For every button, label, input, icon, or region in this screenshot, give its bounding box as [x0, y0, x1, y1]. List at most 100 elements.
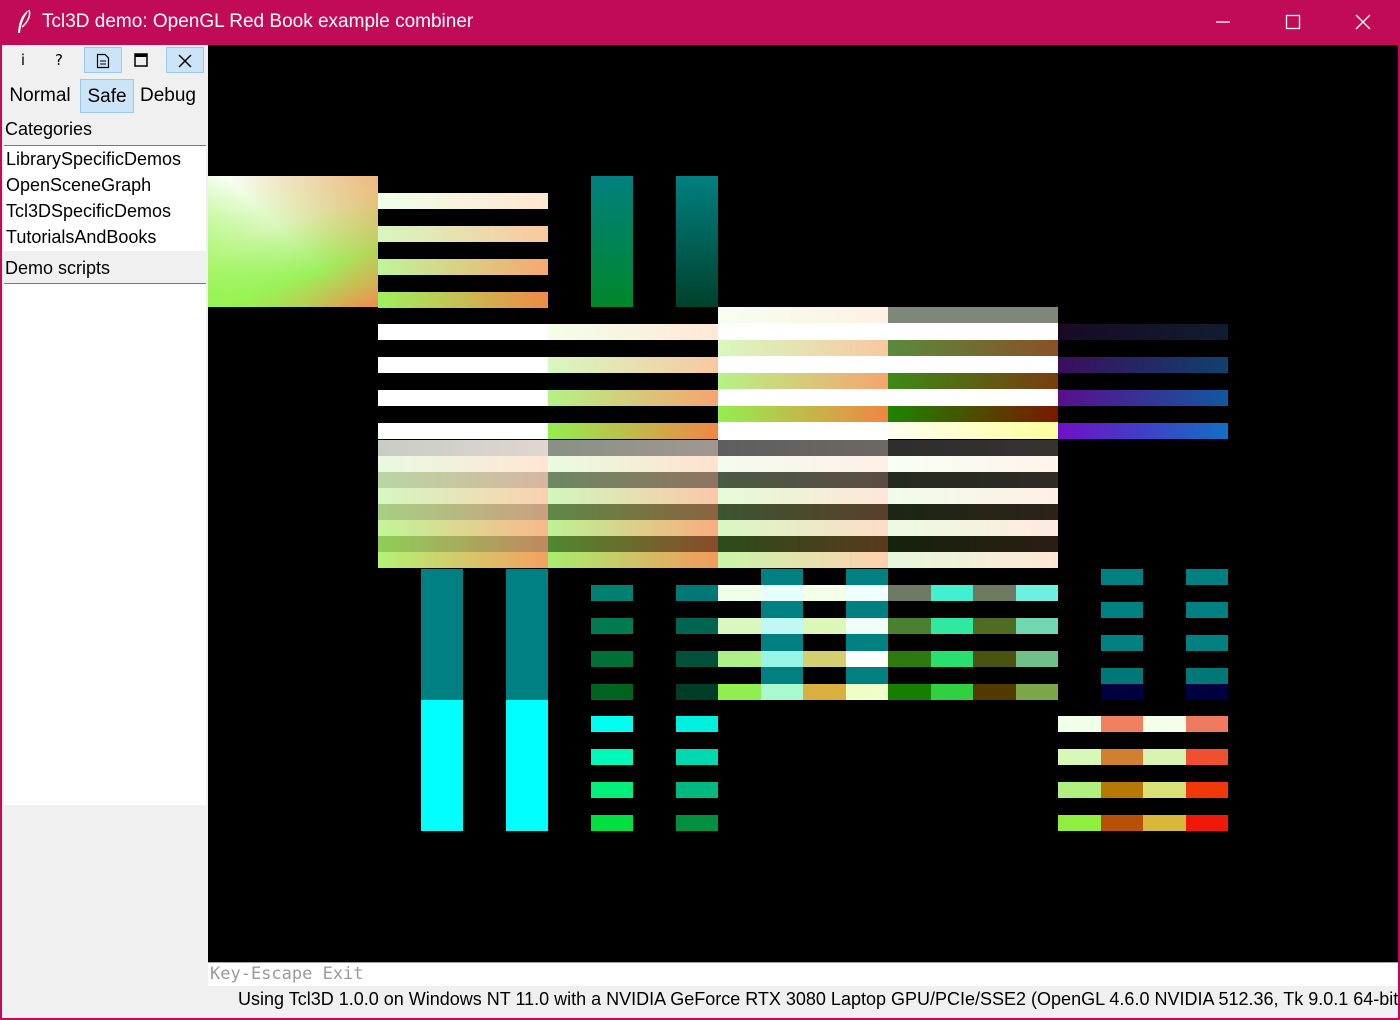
- render-cell: [208, 176, 378, 307]
- render-cell: [888, 356, 1058, 373]
- demo-scripts-label: Demo scripts: [5, 258, 111, 278]
- render-cell: [973, 618, 1016, 634]
- render-cell: [506, 700, 548, 831]
- render-cell: [378, 488, 548, 504]
- render-cell: [931, 618, 973, 634]
- render-cell: [718, 488, 888, 504]
- opengl-canvas[interactable]: [208, 45, 1398, 962]
- render-cell: [1101, 684, 1143, 700]
- render-cell: [973, 651, 1016, 667]
- render-cell: [676, 815, 718, 831]
- render-cell: [888, 456, 1058, 472]
- minimize-icon: [1216, 21, 1230, 23]
- render-cell: [803, 585, 846, 601]
- render-cell: [1101, 749, 1143, 765]
- minimize-button[interactable]: [1188, 0, 1258, 45]
- help-button[interactable]: ?: [40, 47, 78, 73]
- left-panel: i ? Normal Safe Debug Categories Library…: [2, 45, 208, 1018]
- category-item[interactable]: LibrarySpecificDemos: [4, 146, 206, 172]
- gl-info-text: Using Tcl3D 1.0.0 on Windows NT 11.0 wit…: [238, 989, 1398, 1009]
- render-cell: [1101, 782, 1143, 798]
- render-cell: [421, 569, 463, 700]
- render-cell: [931, 585, 973, 601]
- render-cell: [378, 520, 548, 536]
- render-cell: [888, 585, 931, 601]
- render-cell: [378, 226, 548, 242]
- render-cell: [548, 488, 718, 504]
- render-cell: [1058, 324, 1228, 340]
- render-cell: [1016, 651, 1058, 667]
- info-button[interactable]: i: [4, 47, 42, 73]
- render-cell: [718, 356, 888, 373]
- render-cell: [888, 406, 1058, 422]
- render-cell: [761, 651, 803, 667]
- render-cell: [378, 357, 548, 373]
- render-cell: [888, 323, 1058, 340]
- render-cell: [378, 440, 548, 456]
- render-cell: [1058, 782, 1101, 798]
- mode-normal-button[interactable]: Normal: [4, 79, 76, 113]
- render-cell: [888, 520, 1058, 536]
- maximize-icon: [1285, 14, 1301, 30]
- render-cell: [718, 684, 761, 700]
- key-hint-field[interactable]: Key-Escape Exit: [208, 962, 1398, 986]
- maximize-button[interactable]: [1258, 0, 1328, 45]
- render-cell: [676, 176, 718, 307]
- render-cell: [888, 440, 1058, 456]
- render-cell: [378, 552, 548, 568]
- render-cell: [846, 651, 888, 667]
- render-cell: [548, 504, 718, 520]
- render-cell: [548, 423, 718, 439]
- close-icon: [1355, 14, 1371, 30]
- render-cell: [591, 716, 633, 732]
- window-button[interactable]: [122, 47, 160, 73]
- render-cell: [378, 324, 548, 340]
- render-cell: [1186, 815, 1228, 831]
- render-cell: [676, 585, 718, 601]
- feather-icon: [14, 9, 36, 35]
- render-cell: [591, 684, 633, 700]
- render-cell: [591, 749, 633, 765]
- mode-safe-button[interactable]: Safe: [80, 79, 134, 113]
- window-icon: [134, 53, 148, 67]
- render-cell: [1186, 716, 1228, 732]
- render-cell: [888, 552, 1058, 568]
- render-cell: [761, 585, 803, 601]
- render-cell: [888, 307, 1058, 323]
- render-cell: [1186, 635, 1228, 651]
- render-cell: [1143, 749, 1186, 765]
- render-cell: [803, 684, 846, 700]
- render-cell: [378, 536, 548, 552]
- render-cell: [888, 472, 1058, 488]
- title-bar[interactable]: Tcl3D demo: OpenGL Red Book example comb…: [0, 0, 1400, 45]
- render-cell: [888, 389, 1058, 406]
- render-cell: [1058, 815, 1101, 831]
- render-cell: [676, 749, 718, 765]
- render-cell: [676, 782, 718, 798]
- render-cell: [1143, 782, 1186, 798]
- render-cell: [591, 176, 633, 307]
- source-button[interactable]: [84, 47, 122, 73]
- render-cell: [676, 684, 718, 700]
- render-cell: [761, 684, 803, 700]
- render-cell: [548, 456, 718, 472]
- render-cell: [718, 440, 888, 456]
- mode-debug-button[interactable]: Debug: [136, 79, 200, 113]
- window-title: Tcl3D demo: OpenGL Red Book example comb…: [42, 11, 474, 32]
- category-item[interactable]: TutorialsAndBooks: [4, 224, 206, 250]
- render-cell: [1101, 716, 1143, 732]
- render-cell: [888, 684, 931, 700]
- render-cell: [718, 536, 888, 552]
- close-button[interactable]: [166, 47, 204, 73]
- close-window-button[interactable]: [1328, 0, 1398, 45]
- render-cell: [378, 423, 548, 439]
- category-item[interactable]: Tcl3DSpecificDemos: [4, 198, 206, 224]
- render-cell: [846, 618, 888, 634]
- demo-scripts-list[interactable]: [4, 283, 206, 805]
- render-cell: [803, 651, 846, 667]
- render-cell: [548, 520, 718, 536]
- render-cell: [718, 307, 888, 323]
- category-item[interactable]: OpenSceneGraph: [4, 172, 206, 198]
- categories-list[interactable]: LibrarySpecificDemos OpenSceneGraph Tcl3…: [4, 145, 206, 251]
- render-cell: [888, 422, 1058, 439]
